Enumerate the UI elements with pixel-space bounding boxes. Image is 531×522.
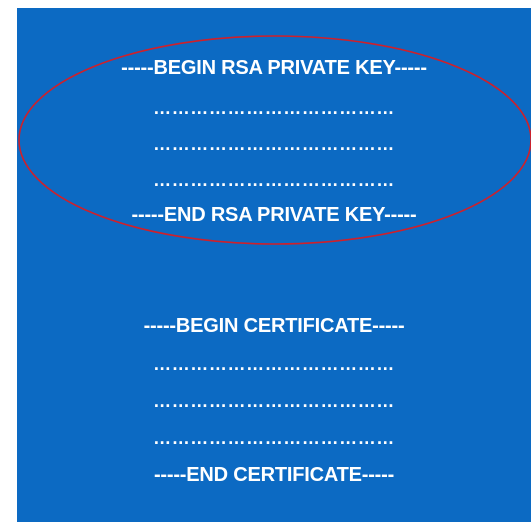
certificate-line: ………………………………… [153,354,395,374]
certificate-line: ………………………………… [153,391,395,411]
certificate-line: ………………………………… [153,428,395,448]
private-key-begin-marker: -----BEGIN RSA PRIVATE KEY----- [121,57,427,79]
private-key-line: ………………………………… [153,170,395,190]
private-key-end-marker: -----END RSA PRIVATE KEY----- [131,204,417,226]
private-key-line: ………………………………… [153,134,395,154]
private-key-line: ………………………………… [153,98,395,118]
pem-panel: -----BEGIN RSA PRIVATE KEY----- ……………………… [17,8,531,522]
certificate-begin-marker: -----BEGIN CERTIFICATE----- [143,315,405,337]
certificate-end-marker: -----END CERTIFICATE----- [153,464,395,486]
